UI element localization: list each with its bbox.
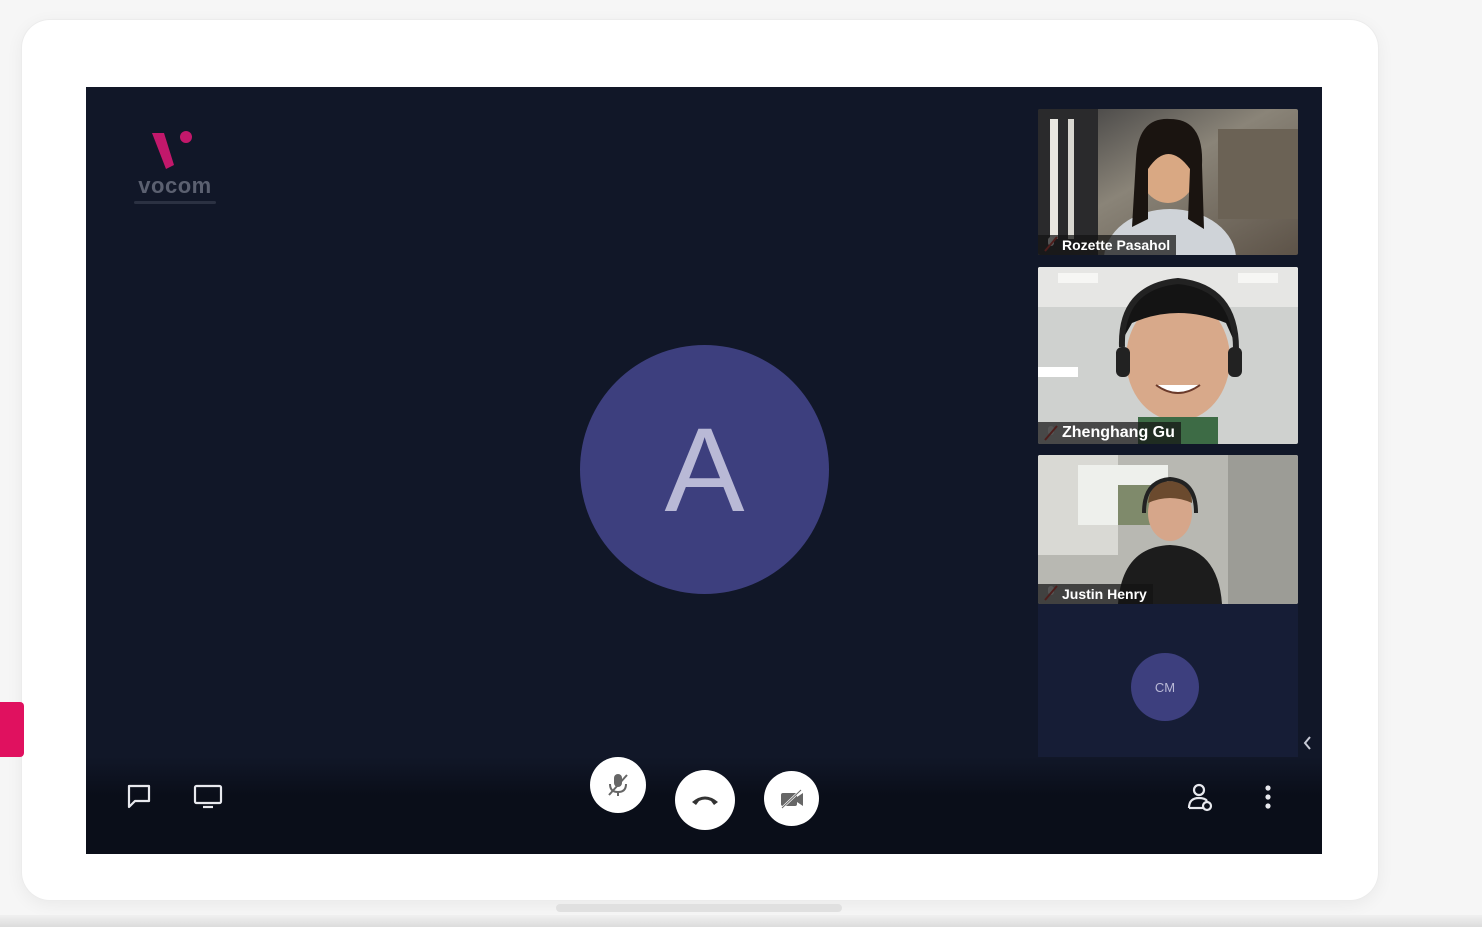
participants-button[interactable] <box>1184 781 1216 813</box>
home-indicator <box>556 904 842 912</box>
participant-tile[interactable]: Zhenghang Gu <box>1038 267 1298 444</box>
participant-avatar: CM <box>1131 653 1199 721</box>
participant-tile[interactable]: Justin Henry <box>1038 455 1298 604</box>
participant-name: Zhenghang Gu <box>1038 422 1181 444</box>
mic-off-icon <box>608 774 628 796</box>
vocom-logo: vocom <box>130 127 220 209</box>
participant-tile[interactable]: Rozette Pasahol <box>1038 109 1298 255</box>
mute-button[interactable] <box>590 757 646 813</box>
more-options-icon <box>1265 785 1271 809</box>
participant-video <box>1038 267 1298 444</box>
hang-up-icon <box>692 796 718 805</box>
logo-wordmark: vocom <box>138 173 212 198</box>
participants-icon <box>1187 783 1213 812</box>
vocom-logo-mark <box>152 131 192 169</box>
participant-name: Justin Henry <box>1038 584 1153 604</box>
chat-button[interactable] <box>123 780 155 812</box>
chat-icon <box>127 784 151 809</box>
hang-up-button[interactable] <box>675 770 735 830</box>
more-options-button[interactable] <box>1252 781 1284 813</box>
main-speaker-avatar: A <box>580 345 829 594</box>
participant-video <box>1038 109 1298 255</box>
camera-off-icon <box>780 788 803 809</box>
collapse-panel-button[interactable] <box>1299 731 1315 755</box>
participant-tile[interactable]: CM <box>1038 604 1298 757</box>
chevron-left-icon <box>1303 736 1311 750</box>
screen-share-button[interactable] <box>192 780 224 812</box>
screen-share-icon <box>193 784 223 809</box>
participant-video <box>1038 455 1298 604</box>
logo-tagline-bar <box>134 201 216 204</box>
camera-toggle-button[interactable] <box>764 771 819 826</box>
call-toolbar <box>86 757 1322 854</box>
video-call-screen: vocom A Rozette Pasahol Zhenghang Gu Jus… <box>86 87 1322 854</box>
participant-name: Rozette Pasahol <box>1038 235 1177 255</box>
device-base <box>0 915 1482 927</box>
side-tab[interactable] <box>0 702 24 757</box>
